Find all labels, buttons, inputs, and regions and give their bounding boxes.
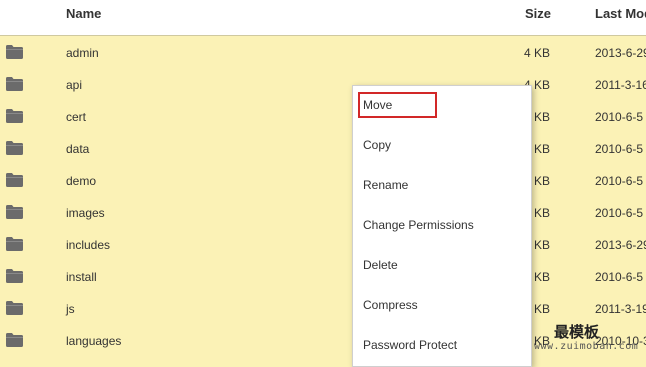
folder-icon [6,109,23,123]
watermark-url: www.zuimoban.com [534,341,639,352]
file-row[interactable]: api 4 KB 2011-3-16 [0,69,646,101]
folder-icon [6,301,23,315]
folder-icon [6,269,23,283]
file-last-modified: 2010-6-5 [595,142,644,156]
context-menu-item-password-protect[interactable]: Password Protect [363,338,457,352]
column-header-name[interactable]: Name [66,6,101,21]
file-row[interactable]: demo 4 KB 2010-6-5 [0,165,646,197]
file-name[interactable]: languages [66,334,121,348]
context-menu-item-rename[interactable]: Rename [363,178,408,192]
file-last-modified: 2013-6-29 [595,238,646,252]
context-menu-item-change-permissions[interactable]: Change Permissions [363,218,474,232]
file-row[interactable]: data 4 KB 2010-6-5 [0,133,646,165]
context-menu-item-copy[interactable]: Copy [363,138,391,152]
file-last-modified: 2010-6-5 [595,206,644,220]
file-last-modified: 2010-6-5 [595,270,644,284]
file-name[interactable]: cert [66,110,86,124]
context-menu-item-delete[interactable]: Delete [363,258,398,272]
file-row[interactable]: cert 4 KB 2010-6-5 [0,101,646,133]
file-name[interactable]: admin [66,46,99,60]
file-name[interactable]: install [66,270,97,284]
column-header-size[interactable]: Size [525,6,551,21]
file-name[interactable]: demo [66,174,96,188]
context-menu: Move Copy Rename Change Permissions Delete Co… [352,85,532,367]
file-last-modified: 2011-3-19 [595,302,646,316]
folder-icon [6,173,23,187]
file-list: admin 4 KB 2013-6-29 api 4 KB 2011-3-16 cert 4 … [0,37,646,357]
file-name[interactable]: api [66,78,82,92]
watermark-logo-text: 最模板 [554,323,600,341]
folder-icon [6,77,23,91]
context-menu-item-compress[interactable]: Compress [363,298,418,312]
file-last-modified: 2010-6-5 [595,174,644,188]
folder-icon [6,237,23,251]
folder-icon [6,205,23,219]
folder-icon [6,333,23,347]
file-name[interactable]: includes [66,238,110,252]
folder-icon [6,141,23,155]
file-last-modified: 2010-6-5 [595,110,644,124]
context-menu-item-move[interactable]: Move [363,98,392,112]
file-name[interactable]: data [66,142,89,156]
column-header-last-modified[interactable]: Last Mod [595,6,646,21]
watermark: 最模板 www.zuimoban.com [534,321,646,357]
file-list-header: Name Size Last Mod [0,0,646,36]
file-size: 4 KB [524,46,551,60]
file-row[interactable]: install 4 KB 2010-6-5 [0,261,646,293]
file-name[interactable]: images [66,206,105,220]
file-row[interactable]: admin 4 KB 2013-6-29 [0,37,646,69]
folder-icon [6,45,23,59]
file-last-modified: 2011-3-16 [595,78,646,92]
file-row[interactable]: images 4 KB 2010-6-5 [0,197,646,229]
file-last-modified: 2013-6-29 [595,46,646,60]
file-name[interactable]: js [66,302,75,316]
file-row[interactable]: includes 4 KB 2013-6-29 [0,229,646,261]
